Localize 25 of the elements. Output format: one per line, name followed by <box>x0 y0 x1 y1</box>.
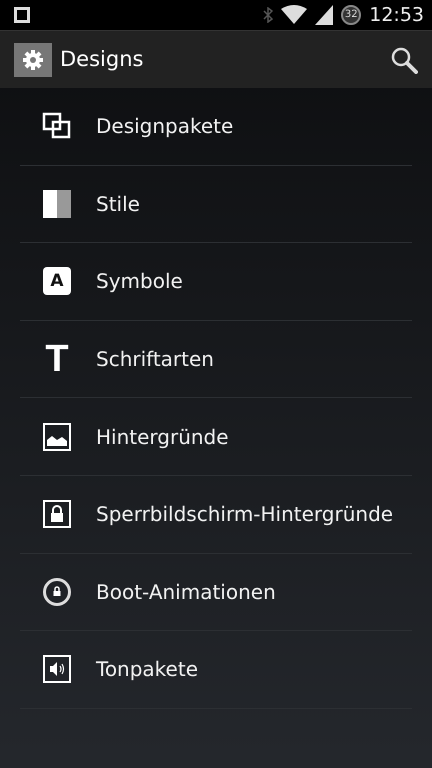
list-item[interactable]: Hintergründe <box>20 398 412 476</box>
signal-icon <box>315 5 334 25</box>
overlapping-squares-icon <box>42 111 72 142</box>
battery-level: 32 <box>341 5 362 25</box>
list-item[interactable]: A Symbole <box>20 243 412 321</box>
list-item[interactable]: T Schriftarten <box>20 320 412 398</box>
app-title: Designs <box>60 46 144 73</box>
bluetooth-icon <box>263 7 274 23</box>
list-item[interactable]: Designpakete <box>20 88 412 166</box>
letter-icon: T <box>45 340 69 378</box>
list-item[interactable]: Boot-Animationen <box>20 554 412 632</box>
speaker-icon <box>42 654 72 684</box>
wifi-icon <box>281 5 308 25</box>
recent-apps-icon[interactable] <box>14 7 30 23</box>
lock-icon <box>42 499 72 530</box>
letter-icon: A <box>43 267 71 296</box>
list-item[interactable]: Sperrbildschirm-Hintergründe <box>20 476 412 554</box>
lock-circle-icon <box>42 576 72 607</box>
half-tone-icon <box>42 188 72 219</box>
list-item[interactable]: Stile <box>20 166 412 244</box>
app-icon[interactable] <box>14 42 52 76</box>
search-icon[interactable] <box>390 46 418 74</box>
image-icon <box>42 422 72 452</box>
clock: 12:53 <box>369 2 424 28</box>
list-item[interactable]: Tonpakete <box>20 631 412 709</box>
